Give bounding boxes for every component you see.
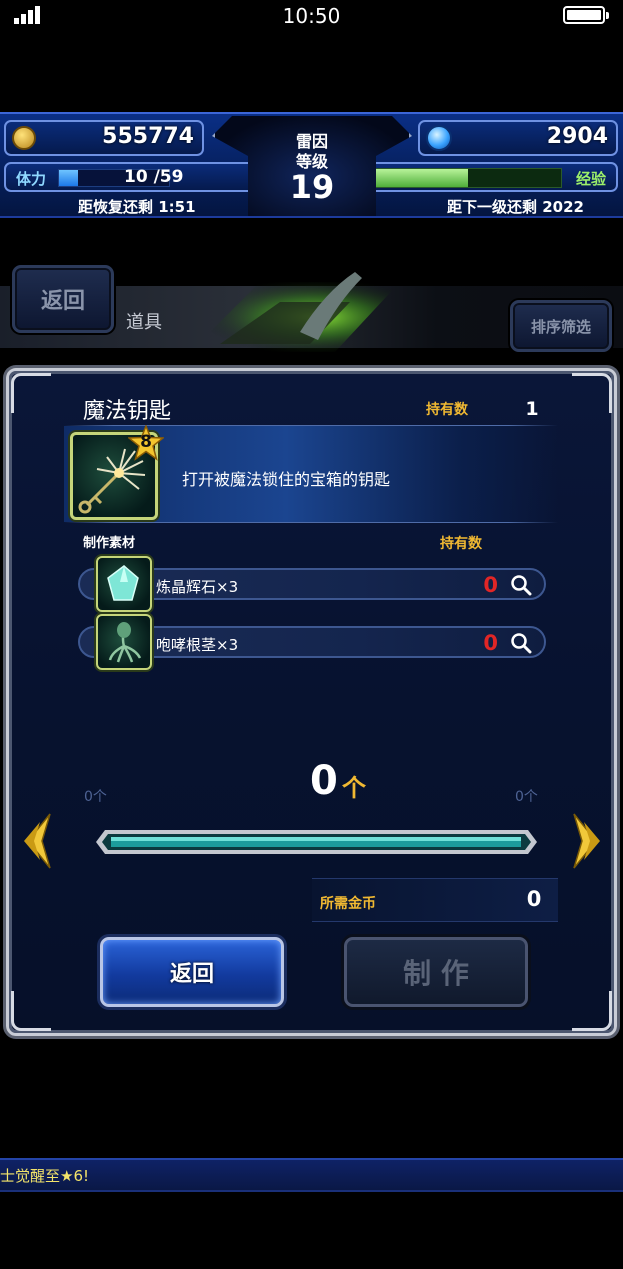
news-ticker: 士觉醒至★6! bbox=[0, 1158, 623, 1192]
player-header: 555774 2904 体力 10 /59 距恢复还剩 1:51 经验 距下一级… bbox=[0, 112, 623, 218]
craft-button-label: 制 作 bbox=[403, 957, 469, 990]
material-owned-count: 0 bbox=[483, 631, 498, 655]
stamina-label: 体力 bbox=[16, 170, 47, 188]
search-icon[interactable] bbox=[510, 632, 532, 654]
root-icon bbox=[108, 622, 142, 663]
panel-corner-ornament bbox=[572, 373, 612, 413]
stamina-value: 10 /59 bbox=[124, 167, 184, 187]
material-owned-count: 0 bbox=[483, 573, 498, 597]
sort-filter-button[interactable]: 排序筛选 bbox=[510, 300, 612, 352]
material-icon-frame[interactable] bbox=[96, 556, 152, 612]
item-name: 魔法钥匙 bbox=[83, 399, 172, 424]
section-title: 道具 bbox=[126, 312, 162, 333]
next-level-exp: 距下一级还剩 2022 bbox=[447, 198, 584, 216]
item-banner-art bbox=[190, 272, 400, 352]
nav-back-button[interactable]: 返回 bbox=[12, 265, 114, 333]
exp-label: 经验 bbox=[575, 170, 606, 188]
status-bar: 10:50 bbox=[0, 0, 623, 32]
material-name: 咆哮根茎×3 bbox=[156, 636, 239, 654]
quantity-min-label: 0个 bbox=[84, 789, 107, 805]
clock: 10:50 bbox=[282, 4, 341, 28]
gil-amount: 555774 bbox=[102, 124, 194, 149]
panel-corner-ornament bbox=[11, 991, 51, 1031]
gil-box: 555774 bbox=[4, 120, 204, 156]
gems-box: 2904 bbox=[418, 120, 618, 156]
battery-icon bbox=[563, 6, 609, 24]
material-name: 炼晶辉石×3 bbox=[156, 578, 239, 596]
cost-value: 0 bbox=[526, 887, 542, 911]
decrease-arrow-icon[interactable] bbox=[22, 812, 52, 870]
quantity-max-label: 0个 bbox=[515, 789, 538, 805]
item-description: 打开被魔法锁住的宝箱的钥匙 bbox=[182, 470, 391, 489]
quantity-unit: 个 bbox=[342, 774, 366, 802]
panel-corner-ornament bbox=[11, 373, 51, 413]
gem-icon bbox=[426, 125, 452, 151]
increase-arrow-icon[interactable] bbox=[572, 812, 602, 870]
quantity-slider[interactable] bbox=[95, 829, 538, 855]
panel-corner-ornament bbox=[572, 991, 612, 1031]
craft-button[interactable]: 制 作 bbox=[344, 937, 528, 1007]
player-level: 19 bbox=[289, 168, 335, 206]
gems-amount: 2904 bbox=[546, 124, 608, 149]
owned-count: 1 bbox=[525, 398, 539, 420]
sort-filter-label: 排序筛选 bbox=[530, 317, 591, 336]
owned-label: 持有数 bbox=[426, 402, 468, 418]
stamina-recovery: 距恢复还剩 1:51 bbox=[78, 198, 196, 216]
nav-back-label: 返回 bbox=[40, 289, 85, 314]
search-icon[interactable] bbox=[510, 574, 532, 596]
cost-label: 所需金币 bbox=[320, 896, 376, 912]
material-icon-frame[interactable] bbox=[96, 614, 152, 670]
materials-header: 制作素材 bbox=[83, 536, 136, 551]
back-button-label: 返回 bbox=[169, 962, 214, 987]
materials-owned-header: 持有数 bbox=[440, 536, 482, 552]
quantity-value: 0 bbox=[310, 758, 338, 804]
crystal-icon bbox=[107, 565, 139, 601]
divider bbox=[64, 522, 558, 523]
gil-coin-icon bbox=[12, 126, 36, 150]
ticker-text: 士觉醒至★6! bbox=[0, 1167, 90, 1185]
back-button[interactable]: 返回 bbox=[100, 937, 284, 1007]
rarity-number: 8 bbox=[140, 432, 152, 452]
